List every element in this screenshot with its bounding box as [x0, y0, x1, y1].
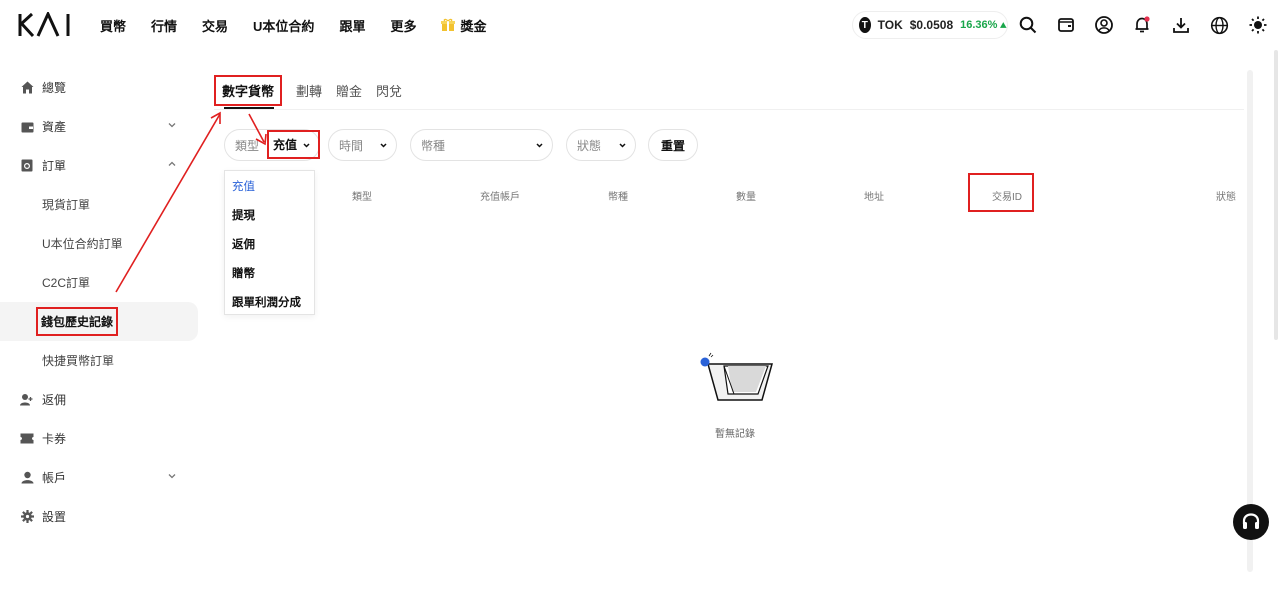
sidebar-item-settings[interactable]: 設置	[0, 497, 200, 536]
column-header-status: 狀態	[1216, 192, 1236, 203]
sidebar-subitem-c2c-orders[interactable]: C2C訂單	[0, 263, 200, 302]
time-filter[interactable]: 時間	[328, 129, 397, 161]
type-filter-label: 類型	[235, 138, 260, 153]
transaction-id-highlight	[968, 173, 1034, 212]
user-profile-icon[interactable]	[1094, 15, 1114, 35]
nav-bonus[interactable]: 獎金	[441, 16, 486, 35]
sidebar-subitem-quick-buy-orders[interactable]: 快捷買幣訂單	[0, 341, 200, 380]
tab-transfer[interactable]: 劃轉	[296, 81, 322, 100]
sidebar-item-overview[interactable]: 總覽	[0, 68, 200, 107]
ticker-symbol: TOK	[877, 18, 903, 32]
sidebar-item-orders[interactable]: 訂單	[0, 146, 200, 185]
type-option-deposit[interactable]: 充值	[225, 171, 314, 200]
content-scrollbar[interactable]	[1247, 70, 1253, 572]
column-header-deposit-account: 充值帳戶	[480, 192, 520, 203]
reset-button[interactable]: 重置	[648, 129, 698, 161]
nav-markets[interactable]: 行情	[151, 16, 177, 35]
tok-coin-icon: T	[859, 17, 871, 33]
headset-icon	[1242, 513, 1260, 529]
type-dropdown-menu: 充值 提現 返佣 贈幣 跟單利潤分成	[224, 170, 315, 315]
sidebar-item-rebate[interactable]: 返佣	[0, 380, 200, 419]
column-header-currency: 幣種	[608, 192, 628, 203]
tab-swap[interactable]: 閃兌	[376, 81, 402, 100]
nav-more[interactable]: 更多	[390, 16, 416, 35]
time-filter-placeholder: 時間	[339, 138, 364, 153]
empty-box-illustration	[700, 352, 773, 401]
sidebar-item-label: 訂單	[42, 159, 67, 173]
gift-icon	[441, 18, 456, 31]
kai-logo[interactable]	[18, 12, 76, 38]
main-nav: 買幣 行情 交易 U本位合約 跟單 更多 獎金	[100, 0, 511, 50]
sidebar-item-coupons[interactable]: 卡券	[0, 419, 200, 458]
type-option-copy-profit-share[interactable]: 跟單利潤分成	[225, 287, 314, 316]
ticket-icon	[20, 432, 34, 446]
sidebar-item-label: 帳戶	[42, 471, 67, 485]
chevron-down-icon	[303, 143, 310, 148]
chevron-down-icon	[168, 474, 176, 479]
nav-trade[interactable]: 交易	[202, 16, 228, 35]
nav-copy-trading[interactable]: 跟單	[339, 16, 365, 35]
globe-language-icon[interactable]	[1209, 15, 1229, 35]
type-option-rebate[interactable]: 返佣	[225, 229, 314, 258]
type-option-withdraw[interactable]: 提現	[225, 200, 314, 229]
tab-bonus[interactable]: 贈金	[336, 81, 362, 100]
empty-state-text: 暫無記錄	[715, 429, 755, 440]
type-filter-select[interactable]: 充值	[267, 130, 320, 159]
column-header-amount: 數量	[736, 192, 756, 203]
sidebar-item-label: 返佣	[42, 393, 67, 407]
order-document-icon	[20, 159, 34, 173]
tok-ticker[interactable]: T TOK $0.0508 16.36%	[852, 11, 1008, 39]
wallet-icon	[20, 120, 34, 134]
wallet-icon[interactable]	[1056, 15, 1076, 35]
up-triangle-icon	[1000, 22, 1007, 28]
nav-bonus-label: 獎金	[460, 18, 487, 34]
sidebar-subitem-usdt-futures-orders[interactable]: U本位合約訂單	[0, 224, 200, 263]
ticker-price: $0.0508	[909, 18, 954, 32]
sidebar-item-assets[interactable]: 資產	[0, 107, 200, 146]
page-scrollbar[interactable]	[1274, 50, 1278, 340]
chevron-down-icon	[168, 123, 176, 128]
sidebar-subitem-spot-orders[interactable]: 現貨訂單	[0, 185, 200, 224]
home-icon	[20, 81, 34, 95]
customer-support-button[interactable]	[1233, 504, 1269, 540]
tab-divider	[214, 109, 1244, 110]
currency-filter[interactable]: 幣種	[410, 129, 553, 161]
sidebar-item-label: 卡券	[42, 432, 67, 446]
sidebar: 總覽 資產 訂單 現貨訂單 U本位合約訂單 C2C訂單 錢包歷史記錄 快捷買幣訂…	[0, 68, 200, 536]
gear-icon	[20, 510, 34, 524]
status-filter[interactable]: 狀態	[566, 129, 636, 161]
currency-filter-placeholder: 幣種	[421, 138, 446, 153]
tab-crypto[interactable]: 數字貨幣	[214, 74, 283, 106]
sidebar-subitem-label: 錢包歷史記錄	[36, 307, 119, 336]
sidebar-item-label: 資產	[42, 120, 67, 134]
sidebar-item-label: 總覽	[42, 81, 67, 95]
theme-sun-icon[interactable]	[1248, 15, 1268, 35]
sidebar-item-label: 設置	[42, 510, 67, 524]
chevron-down-icon	[619, 143, 626, 148]
notification-bell-icon[interactable]	[1132, 15, 1152, 35]
status-filter-placeholder: 狀態	[577, 138, 602, 153]
user-plus-icon	[20, 393, 34, 407]
type-option-gift-coin[interactable]: 贈幣	[225, 258, 314, 287]
top-header: 買幣 行情 交易 U本位合約 跟單 更多 獎金 T TOK $0.0508 16…	[0, 0, 1280, 50]
chevron-down-icon	[536, 143, 543, 148]
nav-usdt-futures[interactable]: U本位合約	[253, 16, 314, 35]
nav-buy-crypto[interactable]: 買幣	[100, 16, 126, 35]
person-icon	[20, 471, 34, 485]
download-icon[interactable]	[1171, 15, 1191, 35]
history-tabs: 數字貨幣 劃轉 贈金 閃兌	[214, 70, 416, 110]
column-header-address: 地址	[864, 192, 884, 203]
ticker-change: 16.36%	[960, 19, 998, 31]
column-header-type: 類型	[352, 192, 372, 203]
sidebar-subitem-wallet-history[interactable]: 錢包歷史記錄	[0, 302, 198, 341]
chevron-down-icon	[380, 143, 387, 148]
type-filter-value: 充值	[273, 138, 298, 152]
chevron-up-icon	[168, 161, 176, 166]
sidebar-item-account[interactable]: 帳戶	[0, 458, 200, 497]
search-icon[interactable]	[1018, 15, 1038, 35]
